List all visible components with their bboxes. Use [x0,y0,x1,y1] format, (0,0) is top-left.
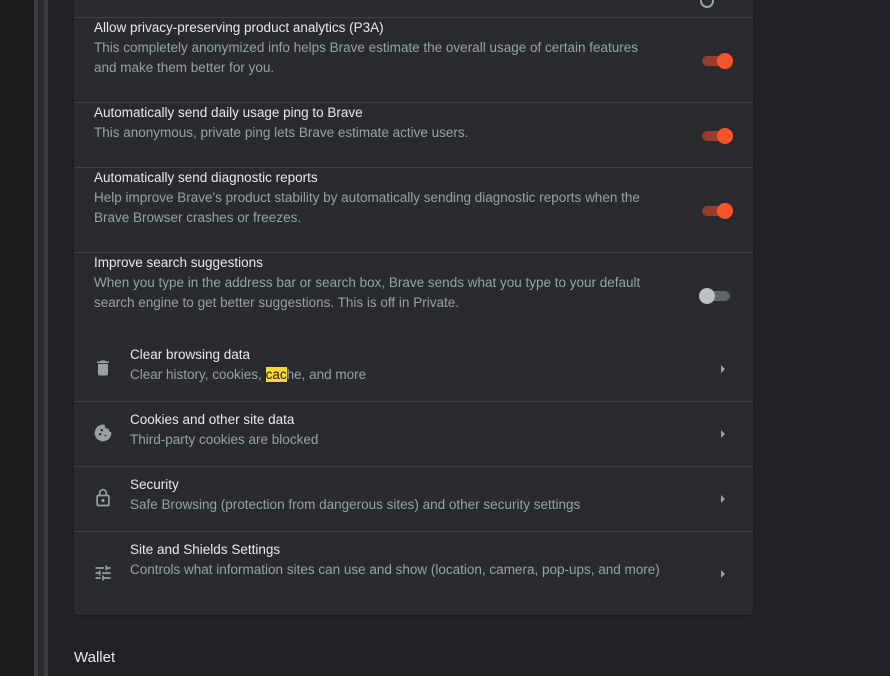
link-description: Clear history, cookies, cache, and more [130,365,366,385]
chevron-right-icon [721,430,725,438]
setting-description: Help improve Brave's product stability b… [94,190,640,225]
toggle-knob [717,128,733,144]
security-row[interactable]: Security Safe Browsing (protection from … [74,466,753,531]
setting-row-search-suggestions: Improve search suggestions When you type… [74,252,753,338]
partial-icon [700,0,714,8]
previous-setting-row [74,0,753,17]
clear-browsing-data-row[interactable]: Clear browsing data Clear history, cooki… [74,338,753,402]
lock-icon [96,488,110,507]
chevron-right-icon [721,570,725,578]
cookie-icon [94,424,112,442]
setting-description: This anonymous, private ping lets Brave … [94,125,469,140]
diagnostic-reports-toggle[interactable] [702,203,733,219]
setting-row-usage-ping: Automatically send daily usage ping to B… [74,102,753,167]
trash-icon [97,360,109,376]
window-edge [0,0,34,676]
link-description: Safe Browsing (protection from dangerous… [130,497,581,512]
search-suggestions-toggle[interactable] [699,288,730,304]
toggle-knob [717,53,733,69]
link-description: Third-party cookies are blocked [130,432,319,447]
search-highlight: cac [265,367,287,382]
chevron-right-icon [721,365,725,373]
setting-description: This completely anonymized info helps Br… [94,40,639,75]
scrollbar[interactable] [34,0,48,676]
sliders-icon [95,565,111,581]
link-title: Clear browsing data [130,347,251,362]
link-title: Security [130,477,179,492]
setting-title: Automatically send daily usage ping to B… [94,105,363,120]
site-shields-settings-row[interactable]: Site and Shields Settings Controls what … [74,531,753,615]
desc-text-after: he, and more [286,367,367,382]
setting-title: Improve search suggestions [94,255,263,270]
link-description: Controls what information sites can use … [130,562,660,577]
toggle-knob [717,203,733,219]
usage-ping-toggle[interactable] [702,128,733,144]
setting-description: When you type in the address bar or sear… [94,275,641,310]
setting-row-p3a: Allow privacy-preserving product analyti… [74,17,753,103]
wallet-section-title: Wallet [74,649,116,666]
link-title: Cookies and other site data [130,412,295,427]
setting-title: Allow privacy-preserving product analyti… [94,20,384,35]
setting-row-diagnostic-reports: Automatically send diagnostic reports He… [74,167,753,253]
chevron-right-icon [721,495,725,503]
link-title: Site and Shields Settings [130,542,281,557]
setting-title: Automatically send diagnostic reports [94,170,318,185]
toggle-knob [699,288,715,304]
p3a-toggle[interactable] [702,53,733,69]
cookies-site-data-row[interactable]: Cookies and other site data Third-party … [74,401,753,466]
privacy-settings-card: Allow privacy-preserving product analyti… [74,0,753,615]
desc-text-before: Clear history, cookies, [130,367,266,382]
